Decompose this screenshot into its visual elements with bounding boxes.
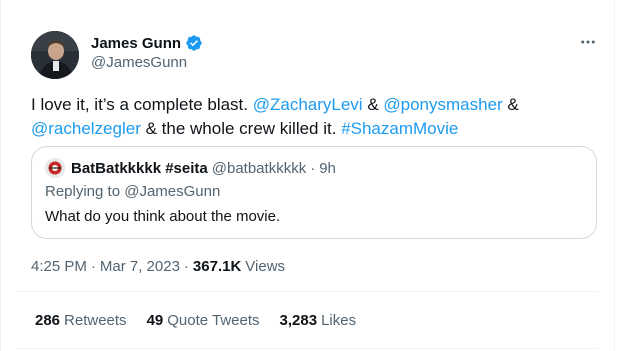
tweet-meta: 4:25 PM · Mar 7, 2023 · 367.1K Views [31,256,285,276]
hashtag-link-shazammovie[interactable]: #ShazamMovie [341,119,458,138]
tweet-text-part: & the whole crew killed it. [140,119,342,138]
meta-separator-dot: · [90,257,96,275]
quote-tweets-stat[interactable]: 49 Quote Tweets [147,312,260,329]
meta-separator-dot: · [183,257,189,275]
quoted-timestamp[interactable]: 9h [319,160,336,177]
author-handle[interactable]: @JamesGunn [91,54,203,71]
author-avatar-image [31,31,79,79]
replying-to-prefix: Replying to [45,183,125,200]
quoted-author-avatar-image [45,158,65,178]
quoted-author-name[interactable]: BatBatkkkkk #seita [71,160,208,177]
author-block: James Gunn @JamesGunn [91,33,203,71]
quoted-replying-to: Replying to @JamesGunn [45,183,220,200]
quoted-separator-dot: · [310,159,316,177]
retweets-count: 286 [35,311,61,329]
tweet-time[interactable]: 4:25 PM [31,258,87,275]
frame-left-border [0,0,1,351]
tweet-text-part: I love it, it’s a complete blast. [31,95,253,114]
likes-count: 3,283 [279,311,318,329]
quotes-label: Quote Tweets [167,311,260,329]
replying-to-handle[interactable]: @JamesGunn [124,183,220,200]
engagement-stats: 286 Retweets 49 Quote Tweets 3,283 Likes [35,310,376,330]
mention-link-zacharylevi[interactable]: @ZacharyLevi [253,95,363,114]
views-count: 367.1K [192,257,242,275]
author-name-row: James Gunn [91,33,203,53]
frame-right-border [614,0,615,351]
quoted-tweet-header: BatBatkkkkk #seita @batbatkkkkk · 9h [45,158,336,178]
quoted-tweet-text: What do you think about the movie. [45,208,281,225]
verified-badge-icon [186,35,202,51]
more-options-button[interactable] [577,31,599,53]
author-name[interactable]: James Gunn [91,35,181,52]
mention-link-rachelzegler[interactable]: @rachelzegler [31,119,141,138]
likes-stat[interactable]: 3,283 Likes [280,312,357,329]
quotes-count: 49 [146,311,164,329]
author-avatar[interactable] [31,31,79,79]
likes-label: Likes [321,311,357,329]
retweets-stat[interactable]: 286 Retweets [35,312,127,329]
tweet-text-part: & [362,95,384,114]
divider-top [16,291,598,292]
tweet-text-part: & [502,95,519,114]
views-label: Views [245,257,286,275]
more-horizontal-icon [581,40,595,44]
tweet-text: I love it, it’s a complete blast. @Zacha… [31,93,591,141]
divider-bottom [16,348,598,349]
quoted-author-avatar[interactable] [45,158,65,178]
quoted-tweet-card[interactable]: BatBatkkkkk #seita @batbatkkkkk · 9h Rep… [31,146,597,239]
mention-link-ponysmasher[interactable]: @ponysmasher [383,95,502,114]
quoted-author-handle[interactable]: @batbatkkkkk [212,160,306,177]
retweets-label: Retweets [64,311,127,329]
tweet-date[interactable]: Mar 7, 2023 [100,258,180,275]
